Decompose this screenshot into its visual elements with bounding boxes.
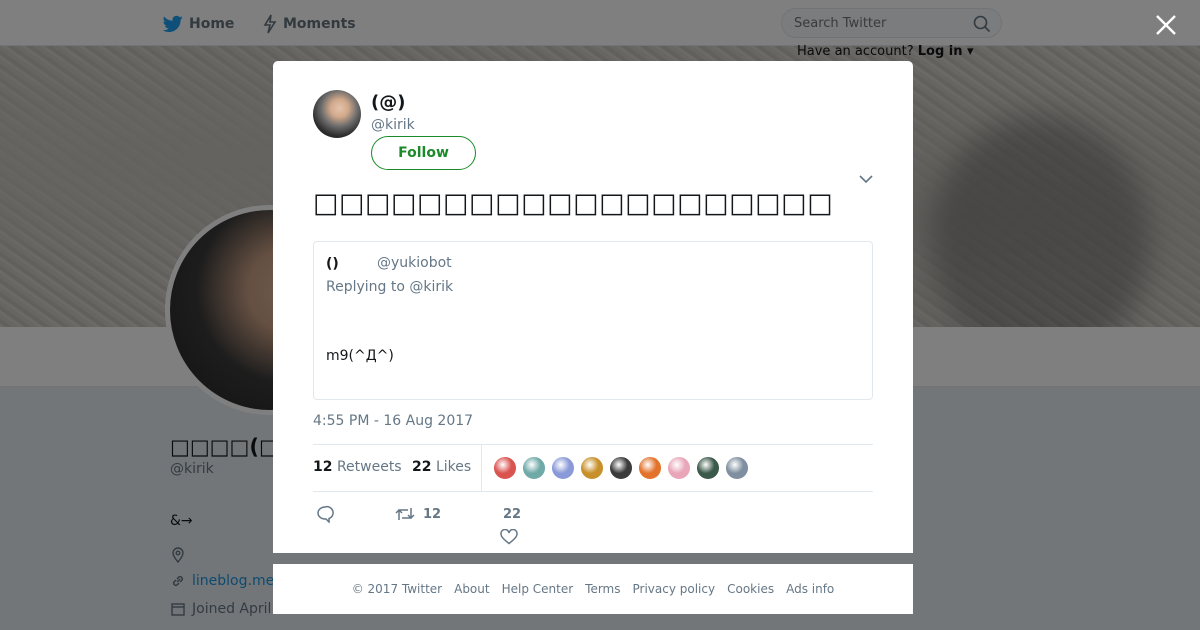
replying-to-prefix: Replying to <box>326 279 405 295</box>
reply-icon <box>317 505 334 523</box>
liker-avatar[interactable] <box>551 456 575 480</box>
likes-stat[interactable]: 22 Likes <box>412 459 471 475</box>
liker-avatar[interactable] <box>580 456 604 480</box>
retweet-action-count: 12 <box>423 506 442 522</box>
author-name[interactable]: (@) <box>371 92 405 113</box>
liker-avatar[interactable] <box>667 456 691 480</box>
likes-count: 22 <box>412 459 432 475</box>
stats-divider <box>481 445 482 492</box>
author-avatar[interactable] <box>313 90 361 138</box>
footer-link-about[interactable]: About <box>454 582 489 596</box>
tweet-modal: (@) @kirik Follow □□□□□□□□□□□□□□□□□□□□ (… <box>273 61 913 553</box>
retweet-button[interactable]: 12 <box>395 505 441 523</box>
tweet-text: □□□□□□□□□□□□□□□□□□□□ <box>313 188 834 219</box>
quoted-tweet-text: m9(^Д^) <box>326 348 394 364</box>
quoted-author-name: () <box>326 256 339 272</box>
likers-avatars <box>493 456 749 480</box>
footer-link-terms[interactable]: Terms <box>585 582 620 596</box>
follow-button[interactable]: Follow <box>371 136 476 170</box>
heart-icon[interactable] <box>500 529 518 545</box>
close-icon[interactable] <box>1153 12 1179 38</box>
liker-avatar[interactable] <box>725 456 749 480</box>
likes-label: Likes <box>435 459 472 475</box>
tweet-actions: 12 22 <box>313 501 873 546</box>
footer-link-privacy[interactable]: Privacy policy <box>633 582 716 596</box>
reply-button[interactable] <box>316 505 334 523</box>
modal-footer: © 2017 Twitter About Help Center Terms P… <box>273 564 913 614</box>
footer-link-help-center[interactable]: Help Center <box>502 582 574 596</box>
retweets-stat[interactable]: 12 Retweets <box>313 459 402 475</box>
retweets-label: Retweets <box>336 459 402 475</box>
like-action-count: 22 <box>503 507 522 522</box>
liker-avatar[interactable] <box>609 456 633 480</box>
tweet-stats: 12 Retweets 22 Likes <box>313 444 873 492</box>
quoted-author-handle: @yukiobot <box>377 255 452 271</box>
quoted-tweet[interactable]: () @yukiobot Replying to @kirik m9(^Д^) <box>313 241 873 400</box>
retweets-count: 12 <box>313 459 333 475</box>
tweet-timestamp[interactable]: 4:55 PM - 16 Aug 2017 <box>313 413 473 429</box>
footer-link-ads-info[interactable]: Ads info <box>786 582 834 596</box>
liker-avatar[interactable] <box>493 456 517 480</box>
liker-avatar[interactable] <box>696 456 720 480</box>
liker-avatar[interactable] <box>522 456 546 480</box>
liker-avatar[interactable] <box>638 456 662 480</box>
replying-to: Replying to @kirik <box>326 279 453 295</box>
replying-to-handle[interactable]: @kirik <box>409 279 453 295</box>
footer-link-cookies[interactable]: Cookies <box>727 582 774 596</box>
chevron-down-icon[interactable] <box>858 171 874 187</box>
author-handle[interactable]: @kirik <box>371 117 415 133</box>
footer-copyright: © 2017 Twitter <box>351 582 443 596</box>
retweet-icon <box>395 508 415 520</box>
